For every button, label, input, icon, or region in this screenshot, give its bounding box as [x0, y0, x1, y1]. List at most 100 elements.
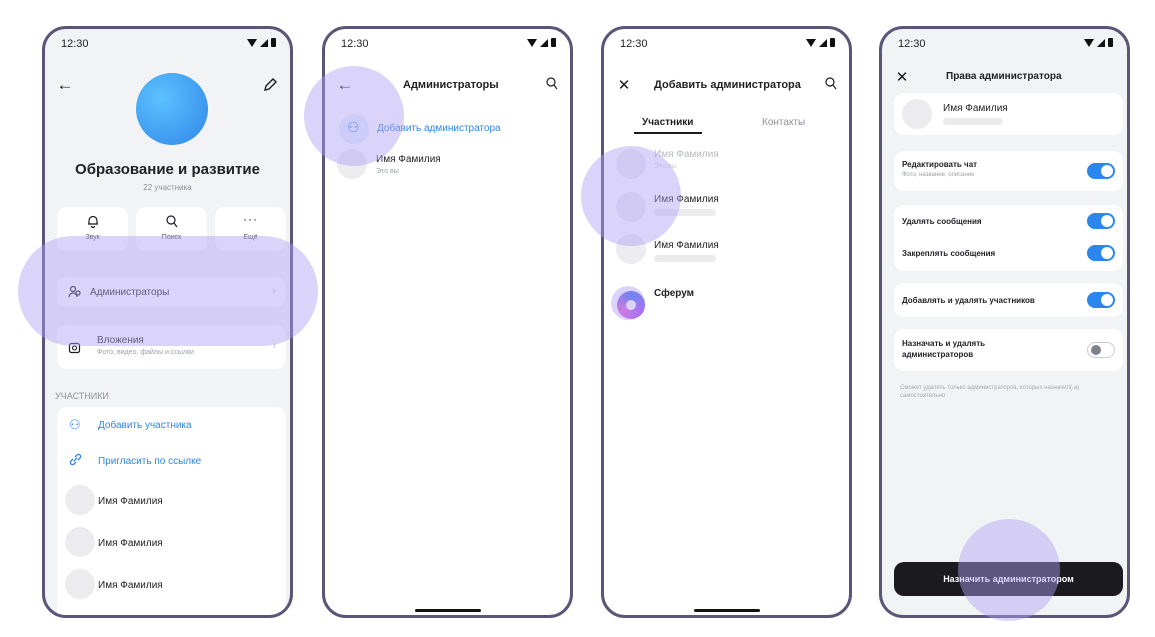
tab-members[interactable]: Участники: [642, 117, 693, 128]
add-admin-icon-circle: ⚇: [339, 114, 369, 144]
battery-icon: [271, 38, 276, 47]
member-name[interactable]: Имя Фамилия: [654, 240, 719, 251]
avatar: [65, 569, 95, 599]
search-icon[interactable]: [546, 77, 558, 95]
member-sublabel: Это вы: [654, 163, 677, 170]
member-name: Имя Фамилия: [654, 149, 719, 160]
avatar: [902, 99, 932, 129]
permission-label: Удалять сообщения: [902, 217, 982, 226]
avatar: [616, 234, 646, 264]
sferum-logo-icon: [617, 291, 645, 319]
placeholder-line: [943, 118, 1003, 125]
group-title: Образование и развитие: [75, 161, 260, 178]
placeholder-line: [654, 209, 716, 216]
search-icon[interactable]: [825, 77, 837, 95]
status-bar: 12:30: [604, 29, 849, 59]
avatar: [337, 149, 367, 179]
attachments-sublabel: Фото, видео, файлы и ссылки: [97, 349, 194, 356]
members-section-header: УЧАСТНИКИ: [55, 391, 109, 401]
status-icons: [247, 38, 276, 47]
placeholder-line: [654, 255, 716, 262]
status-bar: 12:30: [45, 29, 290, 59]
search-icon: [136, 215, 207, 233]
back-arrow-icon[interactable]: ←: [55, 75, 75, 95]
add-member-button[interactable]: Добавить участника: [98, 420, 192, 431]
sound-button[interactable]: Звук: [57, 207, 128, 251]
status-bar: 12:30: [882, 29, 1127, 59]
user-name: Имя Фамилия: [943, 103, 1008, 114]
more-label: Ещё: [243, 234, 258, 241]
permission-messages-group: Удалять сообщения Закреплять сообщения: [894, 205, 1123, 271]
user-card: Имя Фамилия: [894, 93, 1123, 135]
status-icons: [527, 38, 556, 47]
attachments-label: Вложения: [97, 335, 144, 346]
permission-admins: Назначать и удалять администраторов: [894, 329, 1123, 371]
status-time: 12:30: [620, 38, 648, 50]
screen-title: Права администратора: [946, 71, 1062, 82]
status-time: 12:30: [61, 38, 89, 50]
edit-chat-toggle[interactable]: [1087, 163, 1115, 179]
status-icons: [806, 38, 835, 47]
home-indicator: [414, 609, 481, 612]
more-button[interactable]: ··· Ещё: [215, 207, 286, 251]
back-arrow-icon[interactable]: ←: [335, 75, 355, 95]
delete-messages-toggle[interactable]: [1087, 213, 1115, 229]
sferum-name[interactable]: Сферум: [654, 288, 694, 299]
status-icons: [1084, 38, 1113, 47]
wifi-icon: [1084, 38, 1094, 47]
bell-icon: [57, 215, 128, 233]
member-name[interactable]: Имя Фамилия: [98, 496, 163, 507]
permission-label: Добавлять и удалять участников: [902, 296, 1035, 305]
member-name[interactable]: Имя Фамилия: [98, 538, 163, 549]
phone-screen-chat-info: 12:30 ← Образование и развитие 22 участн…: [42, 26, 293, 618]
invite-link-button[interactable]: Пригласить по ссылке: [98, 456, 201, 467]
signal-icon: [260, 38, 268, 47]
battery-icon: [551, 38, 556, 47]
link-icon: [69, 453, 82, 469]
members-count: 22 участника: [143, 183, 192, 192]
sferum-logo-center: [626, 300, 636, 310]
search-button[interactable]: Поиск: [136, 207, 207, 251]
phone-screen-admin-rights: 12:30 ✕ Права администратора Имя Фамилия…: [879, 26, 1130, 618]
avatar: [616, 192, 646, 222]
assign-admin-button[interactable]: Назначить администратором: [894, 562, 1123, 596]
permission-members: Добавлять и удалять участников: [894, 283, 1123, 317]
edit-pencil-icon[interactable]: [260, 75, 280, 95]
attachments-row[interactable]: Вложения Фото, видео, файлы и ссылки ›: [57, 325, 286, 369]
signal-icon: [540, 38, 548, 47]
manage-admins-toggle[interactable]: [1087, 342, 1115, 358]
avatar: [65, 485, 95, 515]
member-name[interactable]: Имя Фамилия: [654, 194, 719, 205]
add-user-icon: ⚇: [347, 119, 360, 135]
permission-label: Закреплять сообщения: [902, 249, 996, 258]
administrators-row[interactable]: Администраторы ›: [57, 277, 286, 307]
permission-label: Назначать и удалять администраторов: [902, 339, 986, 359]
group-avatar[interactable]: [136, 73, 208, 145]
status-bar: 12:30: [325, 29, 570, 59]
phone-screen-administrators: 12:30 ← Администраторы ⚇ Добавить админи…: [322, 26, 573, 618]
member-name[interactable]: Имя Фамилия: [98, 580, 163, 591]
avatar: [616, 149, 646, 179]
home-indicator: [693, 609, 760, 612]
permission-label: Редактировать чат: [902, 160, 978, 169]
close-icon[interactable]: ✕: [614, 75, 634, 95]
chevron-right-icon: ›: [272, 285, 276, 297]
battery-icon: [830, 38, 835, 47]
screen-title: Добавить администратора: [654, 79, 801, 91]
add-admin-button[interactable]: Добавить администратора: [377, 123, 501, 134]
pin-messages-toggle[interactable]: [1087, 245, 1115, 261]
administrators-label: Администраторы: [90, 287, 170, 298]
admin-name[interactable]: Имя Фамилия: [376, 154, 441, 165]
wifi-icon: [806, 38, 816, 47]
attachments-icon: [68, 340, 82, 359]
tab-contacts[interactable]: Контакты: [762, 117, 805, 128]
chevron-right-icon: ›: [272, 340, 276, 352]
administrators-icon: [68, 285, 82, 304]
manage-members-toggle[interactable]: [1087, 292, 1115, 308]
more-icon: ···: [243, 212, 258, 226]
avatar: [65, 527, 95, 557]
status-time: 12:30: [341, 38, 369, 50]
signal-icon: [1097, 38, 1105, 47]
members-list: ⚇ Добавить участника Пригласить по ссылк…: [57, 407, 286, 615]
close-icon[interactable]: ✕: [892, 67, 912, 87]
